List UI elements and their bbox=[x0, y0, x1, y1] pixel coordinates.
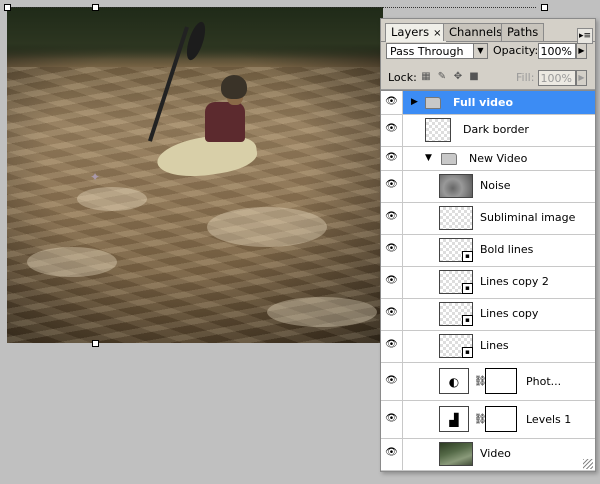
layer-thumbnail: ▪ bbox=[439, 302, 473, 326]
transform-handle[interactable] bbox=[541, 4, 548, 11]
lock-image-icon[interactable]: ✎ bbox=[436, 71, 448, 83]
layer-row[interactable]: 👁 Dark border bbox=[381, 115, 595, 147]
visibility-eye-icon[interactable]: 👁 bbox=[381, 235, 403, 266]
fill-input[interactable]: 100% bbox=[538, 70, 576, 86]
visibility-eye-icon[interactable]: 👁 bbox=[381, 147, 403, 170]
tab-channels[interactable]: Channels bbox=[443, 23, 509, 41]
layer-row[interactable]: 👁 ▪ Lines copy 2 bbox=[381, 267, 595, 299]
tab-label: Channels bbox=[449, 25, 503, 39]
lock-all-icon[interactable]: ■ bbox=[468, 71, 480, 83]
lock-position-icon[interactable]: ✥ bbox=[452, 71, 464, 83]
helmet bbox=[221, 75, 247, 99]
transform-handle[interactable] bbox=[4, 4, 11, 11]
smart-object-icon: ▪ bbox=[462, 315, 473, 326]
layers-list: 👁 ▶ Full video 👁 Dark border 👁 ▼ New Vid… bbox=[381, 90, 595, 471]
layer-row[interactable]: 👁 ▪ Bold lines bbox=[381, 235, 595, 267]
visibility-eye-icon[interactable]: 👁 bbox=[381, 401, 403, 438]
layer-name: Noise bbox=[480, 179, 511, 192]
fill-label: Fill: bbox=[516, 71, 535, 84]
blend-row: Pass Through ▼ Opacity: 100% ▶ bbox=[381, 43, 595, 63]
document-image[interactable] bbox=[7, 7, 383, 343]
layer-name: Lines copy bbox=[480, 307, 539, 320]
layer-mask-thumbnail[interactable] bbox=[485, 368, 517, 394]
kayaker bbox=[205, 102, 245, 142]
opacity-label: Opacity: bbox=[493, 44, 539, 57]
layer-row[interactable]: 👁 ▪ Lines copy bbox=[381, 299, 595, 331]
layer-row[interactable]: 👁 ▟ ⛓ Levels 1 bbox=[381, 401, 595, 439]
layer-name: Lines bbox=[480, 339, 509, 352]
visibility-eye-icon[interactable]: 👁 bbox=[381, 363, 403, 400]
foam-patch bbox=[207, 207, 327, 247]
smart-object-icon: ▪ bbox=[462, 347, 473, 358]
folder-icon bbox=[425, 97, 441, 109]
resize-grip-icon[interactable] bbox=[583, 459, 593, 469]
layer-row[interactable]: 👁 Noise bbox=[381, 171, 595, 203]
layer-mask-thumbnail[interactable] bbox=[485, 406, 517, 432]
layer-row[interactable]: 👁 ▶ Full video bbox=[381, 91, 595, 115]
panel-menu-icon[interactable]: ▸≡ bbox=[577, 28, 593, 44]
layer-row[interactable]: 👁 Video bbox=[381, 439, 595, 471]
layers-panel: Layers × Channels Paths ▸≡ Pass Through ▼… bbox=[380, 18, 596, 472]
tab-label: Paths bbox=[507, 25, 539, 39]
layer-name: Subliminal image bbox=[480, 211, 576, 224]
blend-mode-select[interactable]: Pass Through ▼ bbox=[386, 43, 488, 59]
layer-thumbnail bbox=[439, 206, 473, 230]
lock-label: Lock: bbox=[388, 71, 417, 84]
tab-layers[interactable]: Layers × bbox=[385, 23, 448, 42]
visibility-eye-icon[interactable]: 👁 bbox=[381, 439, 403, 470]
chevron-down-icon[interactable]: ▼ bbox=[425, 153, 432, 163]
close-icon[interactable]: × bbox=[433, 28, 441, 39]
smart-object-icon: ▪ bbox=[462, 283, 473, 294]
transform-handle[interactable] bbox=[92, 340, 99, 347]
layer-name: Lines copy 2 bbox=[480, 275, 549, 288]
layer-name: Bold lines bbox=[480, 243, 534, 256]
tab-paths[interactable]: Paths bbox=[501, 23, 545, 41]
layer-row[interactable]: 👁 Subliminal image bbox=[381, 203, 595, 235]
layer-thumbnail bbox=[439, 442, 473, 466]
layer-thumbnail bbox=[425, 118, 451, 142]
visibility-eye-icon[interactable]: 👁 bbox=[381, 91, 403, 114]
chevron-right-icon[interactable]: ▶ bbox=[411, 97, 418, 107]
visibility-eye-icon[interactable]: 👁 bbox=[381, 299, 403, 330]
layer-name: Full video bbox=[453, 96, 514, 109]
smart-object-icon: ▪ bbox=[462, 251, 473, 262]
layer-row[interactable]: 👁 ▪ Lines bbox=[381, 331, 595, 363]
crosshair-icon: ✦ bbox=[90, 170, 101, 184]
chevron-down-icon[interactable]: ▼ bbox=[473, 44, 487, 58]
layer-name: Phot... bbox=[526, 375, 562, 388]
visibility-eye-icon[interactable]: 👁 bbox=[381, 267, 403, 298]
layer-row[interactable]: 👁 ◐ ⛓ Phot... bbox=[381, 363, 595, 401]
visibility-eye-icon[interactable]: 👁 bbox=[381, 331, 403, 362]
tab-label: Layers bbox=[391, 25, 430, 39]
visibility-eye-icon[interactable]: 👁 bbox=[381, 171, 403, 202]
opacity-input[interactable]: 100% bbox=[538, 43, 576, 59]
layer-name: Dark border bbox=[463, 123, 529, 136]
layer-thumbnail: ▪ bbox=[439, 238, 473, 262]
lock-transparent-icon[interactable]: ▦ bbox=[420, 71, 432, 83]
layer-name: Levels 1 bbox=[526, 413, 572, 426]
lock-row: Lock: ▦ ✎ ✥ ■ Fill: 100% ▶ bbox=[381, 69, 595, 90]
foam-patch bbox=[267, 297, 377, 327]
levels-adjustment-icon: ▟ bbox=[439, 406, 469, 432]
transform-handle[interactable] bbox=[92, 4, 99, 11]
panel-tabs: Layers × Channels Paths ▸≡ bbox=[381, 23, 595, 44]
foam-patch bbox=[77, 187, 147, 211]
layer-thumbnail: ▪ bbox=[439, 334, 473, 358]
fill-slider-button[interactable]: ▶ bbox=[576, 70, 587, 86]
folder-icon bbox=[441, 153, 457, 165]
layer-thumbnail bbox=[439, 174, 473, 198]
opacity-slider-button[interactable]: ▶ bbox=[576, 43, 587, 59]
visibility-eye-icon[interactable]: 👁 bbox=[381, 203, 403, 234]
photo-filter-adjustment-icon: ◐ bbox=[439, 368, 469, 394]
visibility-eye-icon[interactable]: 👁 bbox=[381, 115, 403, 146]
layer-name: Video bbox=[480, 447, 511, 460]
foam-patch bbox=[27, 247, 117, 277]
layer-thumbnail: ▪ bbox=[439, 270, 473, 294]
layer-row[interactable]: 👁 ▼ New Video bbox=[381, 147, 595, 171]
blend-mode-value: Pass Through bbox=[390, 45, 464, 58]
layer-name: New Video bbox=[469, 152, 528, 165]
